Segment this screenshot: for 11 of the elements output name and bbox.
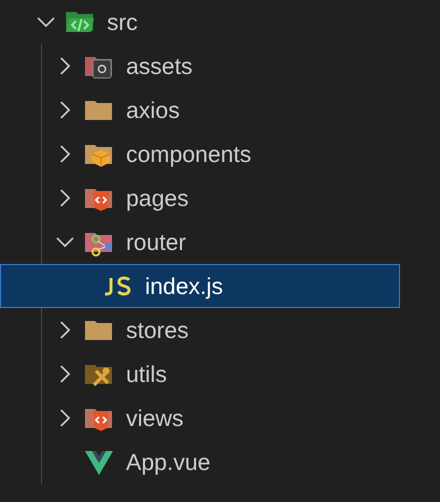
tree-row[interactable]: utils	[0, 352, 400, 396]
tree-row[interactable]: router	[0, 220, 400, 264]
tree-row[interactable]: pages	[0, 176, 400, 220]
tree-row[interactable]: App.vue	[0, 440, 400, 484]
tree-row[interactable]: axios	[0, 88, 400, 132]
tree-row[interactable]: stores	[0, 308, 400, 352]
selected-tree-row[interactable]: index.js	[0, 264, 400, 308]
tree-row[interactable]: assets	[0, 44, 400, 88]
tree-row[interactable]: components	[0, 132, 400, 176]
tree-row[interactable]: src	[0, 0, 400, 44]
tree-row[interactable]: views	[0, 396, 400, 440]
